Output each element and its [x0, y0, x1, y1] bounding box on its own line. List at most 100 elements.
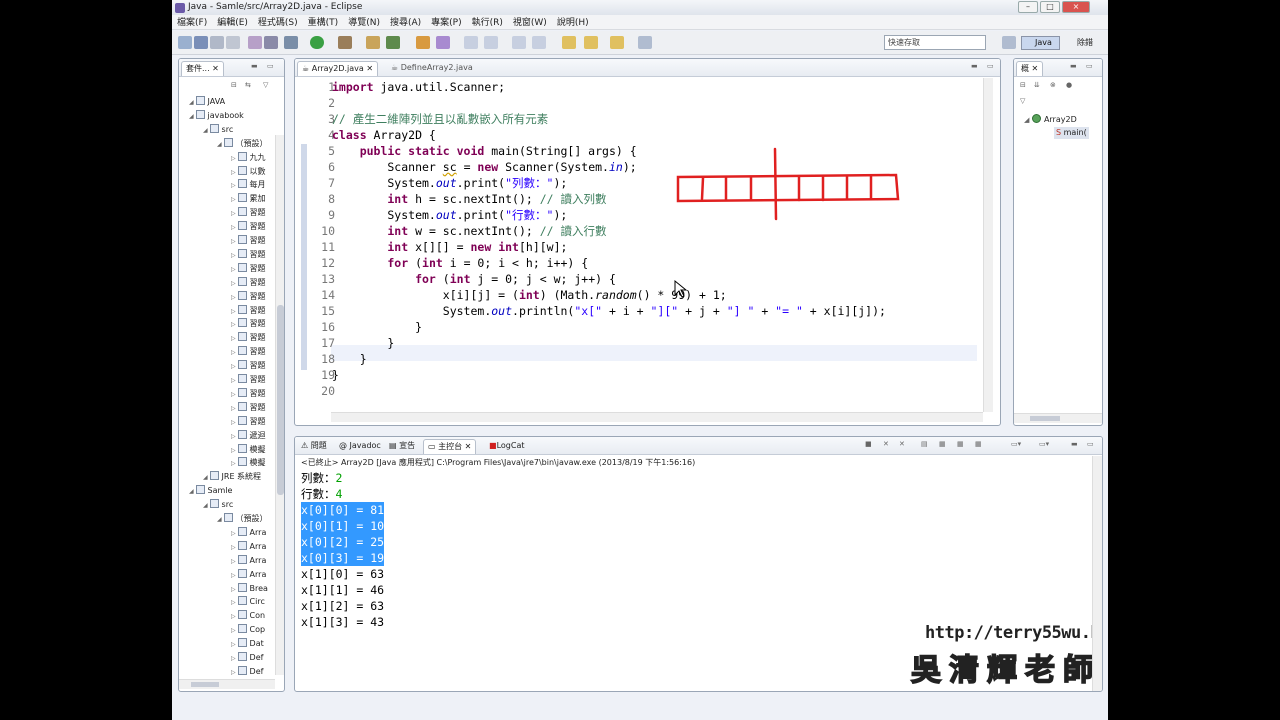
console-output-line[interactable]: x[0][2] = 25 — [301, 534, 385, 550]
menu-edit[interactable]: 編輯(E) — [212, 15, 253, 29]
tree-item[interactable]: ▷ 模擬 — [231, 457, 266, 469]
tree-item[interactable]: ▷ 習題 — [231, 235, 266, 247]
console-output-line[interactable]: x[1][2] = 63 — [301, 598, 384, 614]
console-menu-icon[interactable]: ▭▾ — [1039, 440, 1049, 448]
scroll-thumb[interactable] — [191, 682, 219, 687]
tab-package-explorer[interactable]: 套件... ✕ — [181, 61, 224, 76]
tree-item[interactable]: ▷ 以數 — [231, 165, 266, 178]
scroll-thumb[interactable] — [277, 305, 284, 495]
java-perspective-button[interactable]: Java — [1021, 36, 1060, 50]
hide-fields-icon[interactable]: ⇊ — [1034, 81, 1040, 89]
toggle-block-icon[interactable] — [484, 36, 498, 49]
annotation-next-icon[interactable] — [532, 36, 546, 49]
console-output-line[interactable]: x[0][3] = 19 — [301, 550, 385, 566]
tree-item[interactable]: ▷ 習題 — [231, 387, 266, 400]
menu-window[interactable]: 視窗(W) — [508, 15, 552, 29]
hide-static-icon[interactable]: ⊗ — [1050, 81, 1056, 89]
tree-item[interactable]: ▷ Arra — [231, 540, 266, 553]
link-editor-icon[interactable]: ⇆ — [245, 81, 251, 89]
tree-vertical-scrollbar[interactable] — [275, 135, 284, 675]
tab-logcat[interactable]: ■LogCat — [485, 439, 528, 454]
tree-item[interactable]: ▷ 習題 — [231, 318, 266, 330]
menu-file[interactable]: 檔案(F) — [172, 15, 212, 29]
tree-item[interactable]: ▷ 習題 — [231, 374, 266, 386]
tree-item[interactable]: ▷ 累加 — [231, 193, 266, 205]
tree-item[interactable]: ▷ Cop — [231, 624, 265, 636]
tab-console[interactable]: ▭ 主控台 ✕ — [423, 439, 477, 454]
tab-javadoc[interactable]: @ Javadoc — [335, 439, 385, 454]
console-output-line[interactable]: x[1][1] = 46 — [301, 582, 384, 598]
clear-console-icon[interactable]: ▤ — [921, 440, 928, 448]
toggle-mark-icon[interactable] — [464, 36, 478, 49]
menu-project[interactable]: 專案(P) — [426, 15, 466, 29]
tree-item[interactable]: ▷ 習題 — [231, 290, 266, 303]
tree-item[interactable]: ▷ Def — [231, 665, 263, 678]
view-menu-icon[interactable]: ▽ — [263, 81, 268, 89]
tree-item[interactable]: ▷ 習題 — [231, 360, 266, 372]
run-icon[interactable] — [310, 36, 324, 49]
tab-declaration[interactable]: ▤ 宣告 — [385, 439, 419, 454]
display-console-icon[interactable]: ▦ — [975, 440, 982, 448]
nav-back-icon[interactable] — [584, 36, 598, 49]
view-menu-icon[interactable]: ▽ — [1020, 97, 1025, 105]
tree-item[interactable]: ◢ src — [203, 499, 233, 511]
tab-problems[interactable]: ⚠ 問題 — [297, 439, 331, 454]
tree-horizontal-scrollbar[interactable] — [179, 679, 275, 689]
tree-item[interactable]: ▷ Brea — [231, 582, 268, 595]
outline-class-item[interactable]: ◢ Array2D — [1024, 114, 1077, 126]
tree-item[interactable]: ▷ 習題 — [231, 346, 266, 358]
outline-horizontal-scrollbar[interactable] — [1014, 413, 1102, 423]
tree-item[interactable]: ▷ Arra — [231, 554, 266, 567]
console-output-line[interactable]: x[1][3] = 43 — [301, 614, 384, 630]
collapse-all-icon[interactable]: ⊟ — [231, 81, 237, 89]
tree-item[interactable]: ▷ 習題 — [231, 304, 266, 317]
tree-item[interactable]: ▷ 遞迴 — [231, 429, 266, 442]
nav-forward-icon[interactable] — [610, 36, 624, 49]
scroll-lock-icon[interactable]: ▦ — [939, 440, 946, 448]
remove-all-icon[interactable]: ✕ — [899, 440, 905, 448]
tree-item[interactable]: ▷ Dat — [231, 638, 264, 650]
tree-item[interactable]: ▷ Con — [231, 610, 265, 622]
tree-item[interactable]: ▷ Arra — [231, 568, 266, 581]
menu-refactor[interactable]: 重構(T) — [303, 15, 344, 29]
console-output-line[interactable]: x[0][0] = 81 — [301, 502, 385, 518]
open-type-icon[interactable] — [416, 36, 430, 49]
maximize-icon[interactable]: ▭ — [1086, 62, 1093, 70]
pin-console-icon[interactable]: ▦ — [957, 440, 964, 448]
tree-item[interactable]: ▷ Def — [231, 652, 263, 664]
pin-icon[interactable] — [638, 36, 652, 49]
tree-item[interactable]: ◢ JRE 系統程 — [203, 471, 261, 483]
new-package-icon[interactable] — [386, 36, 400, 49]
new-java-project-icon[interactable] — [366, 36, 380, 49]
tree-item[interactable]: ◢ src — [203, 123, 233, 136]
new-icon[interactable] — [178, 36, 192, 49]
maximize-button[interactable]: □ — [1040, 1, 1060, 13]
tree-item[interactable]: ▷ 習題 — [231, 207, 266, 219]
console-vertical-scrollbar[interactable] — [1092, 456, 1102, 691]
external-tools-icon[interactable] — [338, 36, 352, 49]
sort-icon[interactable]: ⊟ — [1020, 81, 1026, 89]
tree-item[interactable]: ◢ JAVA — [189, 96, 225, 108]
minimize-button[interactable]: – — [1018, 1, 1038, 13]
tree-item[interactable]: ▷ 九九 — [231, 151, 266, 164]
maximize-icon[interactable]: ▭ — [1087, 440, 1094, 448]
tree-item[interactable]: ◢ （預設） — [217, 137, 268, 150]
terminate-icon[interactable]: ■ — [865, 440, 872, 448]
tree-item[interactable]: ▷ Circ — [231, 596, 265, 608]
tree-item[interactable]: ▷ Arra — [231, 526, 266, 539]
minimize-icon[interactable]: ▬ — [251, 62, 258, 70]
tree-item[interactable]: ▷ 習題 — [231, 262, 266, 275]
minimize-icon[interactable]: ▬ — [1070, 62, 1077, 70]
editor-vertical-scrollbar[interactable] — [983, 78, 993, 412]
tree-item[interactable]: ▷ 習題 — [231, 221, 266, 233]
close-button[interactable]: × — [1062, 1, 1090, 13]
tree-item[interactable]: ▷ 習題 — [231, 276, 266, 289]
search-icon[interactable] — [436, 36, 450, 49]
scroll-thumb[interactable] — [1030, 416, 1060, 421]
save-all-icon[interactable] — [210, 36, 224, 49]
tab-outline[interactable]: 概 ✕ — [1016, 61, 1044, 76]
menu-search[interactable]: 搜尋(A) — [385, 15, 426, 29]
tree-item[interactable]: ◢ （預設） — [217, 513, 268, 525]
skip-icon[interactable] — [264, 36, 278, 49]
maximize-icon[interactable]: ▭ — [267, 62, 274, 70]
